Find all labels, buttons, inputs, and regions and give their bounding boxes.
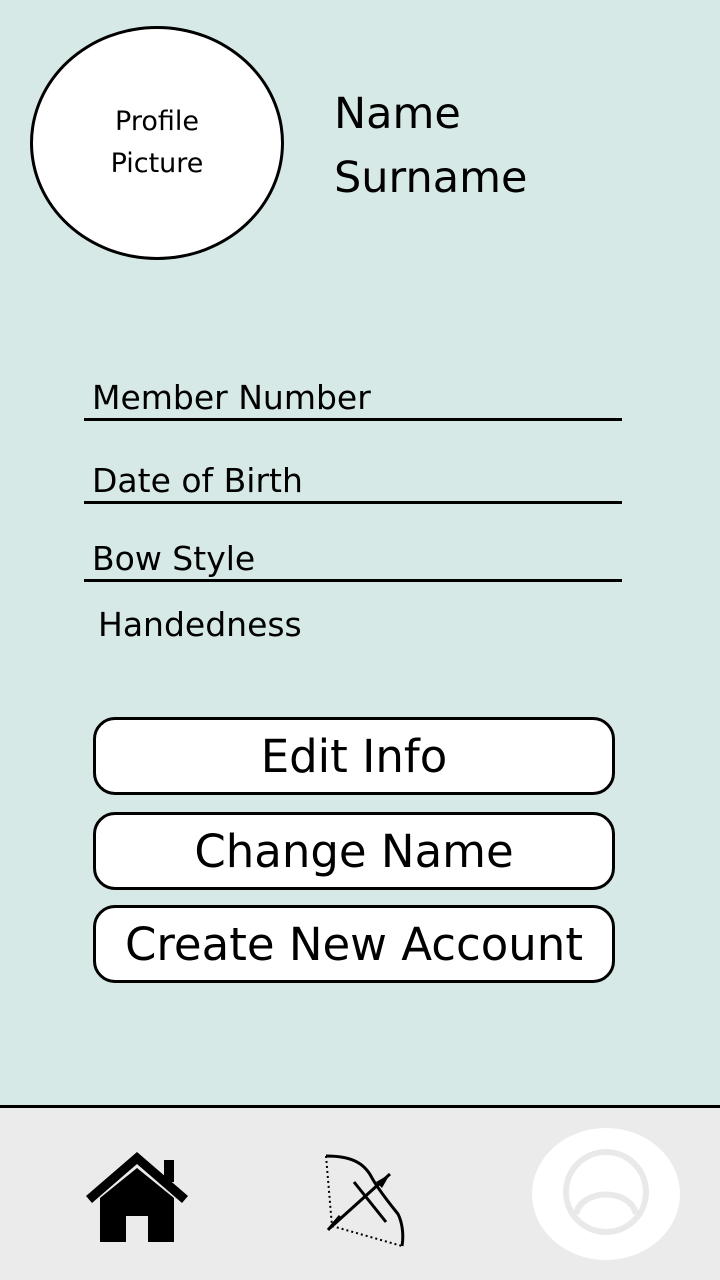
nav-bow[interactable] (320, 1152, 414, 1248)
bottom-navigation (0, 1105, 720, 1280)
member-number-field: Member Number (84, 378, 622, 421)
change-name-button[interactable]: Change Name (93, 812, 615, 890)
handedness-field: Handedness (90, 605, 628, 645)
surname: Surname (334, 153, 528, 203)
user-name: Name Surname (334, 82, 527, 210)
nav-profile[interactable] (532, 1128, 680, 1260)
create-new-account-button[interactable]: Create New Account (93, 905, 615, 983)
first-name: Name (334, 89, 461, 139)
date-of-birth-field: Date of Birth (84, 461, 622, 504)
edit-info-button[interactable]: Edit Info (93, 717, 615, 795)
home-icon (86, 1152, 188, 1242)
bow-and-arrow-icon (325, 1154, 405, 1247)
member-number-label: Member Number (92, 378, 371, 417)
profile-icon (563, 1149, 649, 1235)
date-of-birth-label: Date of Birth (92, 461, 303, 500)
handedness-label: Handedness (98, 605, 302, 644)
bow-style-label: Bow Style (92, 539, 256, 578)
profile-picture[interactable]: Profile Picture (30, 26, 284, 260)
nav-home[interactable] (82, 1146, 192, 1246)
bow-style-field: Bow Style (84, 539, 622, 582)
profile-picture-label: Profile Picture (110, 106, 204, 179)
